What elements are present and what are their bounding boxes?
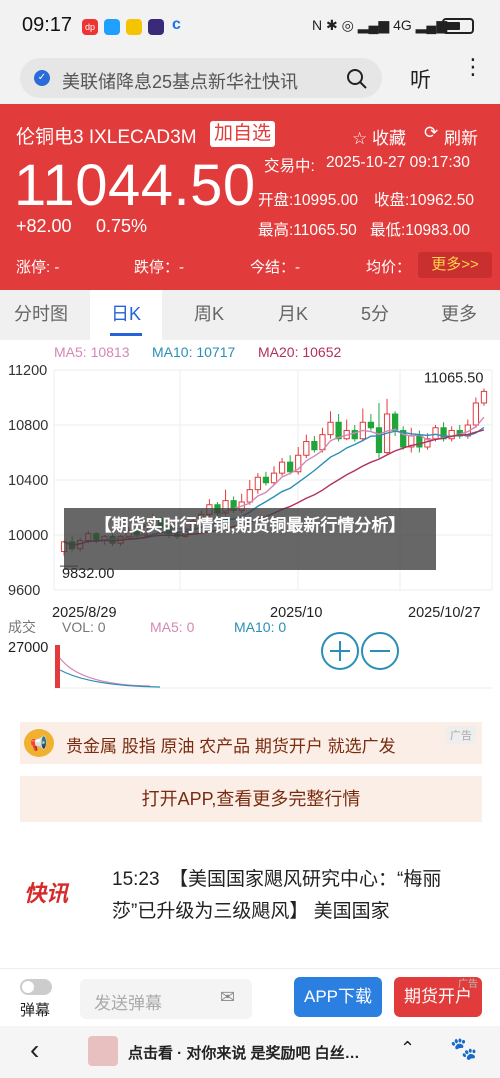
today-settle: 今结：- [250, 259, 300, 276]
candle [327, 421, 334, 436]
app-icon-dp: dp [82, 19, 98, 35]
y-tick-label: 10800 [8, 418, 48, 434]
candle [278, 461, 286, 474]
trade-time-label: 交易中: [264, 158, 315, 175]
candle [375, 427, 383, 453]
tab-daily-k[interactable]: 日K [90, 290, 162, 340]
max-price-label: 11065.50 [424, 370, 483, 386]
favorite-button[interactable]: ☆ 收藏 [352, 124, 406, 149]
x-tick-label: 2025/10/27 [408, 605, 481, 621]
back-icon[interactable]: ‹ [30, 1034, 39, 1066]
bottom-ad-tag: 广告 [458, 979, 478, 990]
candle [262, 476, 270, 484]
tab-intraday[interactable]: 分时图 [6, 290, 76, 340]
search-query: 美联储降息25基点新华社快讯 [62, 72, 299, 92]
open-app-button[interactable]: 打开APP,查看更多完整行情 [20, 776, 482, 822]
feed-thumbnail[interactable] [88, 1036, 118, 1066]
refresh-icon[interactable]: ⟳ [424, 123, 438, 143]
candle [432, 427, 439, 440]
candle [311, 441, 318, 451]
contract-name: 伦铜电3 IXLECAD3M [16, 127, 197, 148]
status-time: 09:17 [22, 14, 73, 36]
limit-up: 涨停: - [16, 259, 60, 276]
more-quote-button[interactable]: 更多>> [418, 252, 492, 278]
y-tick-label: 11200 [8, 363, 47, 379]
candle [254, 476, 261, 491]
feed-text[interactable]: 点击看 · 对你来说 是奖励吧 白丝… [128, 1042, 360, 1063]
ad-banner[interactable]: 📢 贵金属 股指 原油 农产品 期货开户 就选广发 广告 [20, 722, 482, 764]
search-input[interactable]: ✓ 美联储降息25基点新华社快讯 [20, 58, 382, 98]
danmu-label: 弹幕 [20, 1002, 51, 1019]
candle [448, 430, 455, 440]
volume-bar [55, 645, 60, 688]
volume-tick: 27000 [8, 640, 48, 656]
avg-price: 均价： [366, 259, 412, 276]
megaphone-icon: 📢 [24, 729, 54, 757]
candle [472, 402, 480, 426]
listen-button[interactable]: 听 [410, 64, 431, 94]
y-tick-label: 10400 [8, 473, 48, 489]
refresh-button[interactable]: 刷新 [444, 124, 478, 149]
ad-tag: 广告 [446, 726, 476, 744]
price-change: +82.00 [16, 216, 72, 236]
chart-tabs: 分时图 日K 周K 月K 5分 更多 [0, 290, 500, 340]
open-price: 开盘:10995.00 [258, 192, 358, 209]
trade-time: 2025-10-27 09:17:30 [326, 154, 470, 171]
volume-ma10-line [59, 669, 161, 688]
status-bar: 09:17 dp c N ✱ ◎ ▂▄▆ 4G ▂▄▆ [0, 0, 500, 52]
price-change-pct: 0.75% [96, 216, 148, 236]
search-bar-area: ✓ 美联储降息25基点新华社快讯 听 ⋮ [0, 52, 500, 104]
flash-news[interactable]: 快讯 15:23 【美国国家飓风研究中心：“梅丽莎”已升级为三级飓风】 美国国家 [0, 848, 500, 938]
app-icon-blue [104, 19, 120, 35]
tab-more[interactable]: 更多 [424, 290, 494, 340]
tab-monthly-k[interactable]: 月K [258, 290, 328, 340]
verified-icon: ✓ [34, 70, 50, 86]
volume-ma5-line [59, 657, 151, 687]
more-menu-icon[interactable]: ⋮ [462, 56, 484, 78]
volume-ma5: MA5: 0 [150, 619, 195, 635]
tab-weekly-k[interactable]: 周K [174, 290, 244, 340]
candle [303, 441, 310, 456]
candle [392, 413, 399, 431]
candle [246, 489, 253, 503]
high-price: 最高:11065.50 [258, 222, 357, 239]
candle [287, 461, 294, 473]
candle [367, 421, 375, 429]
y-tick-label: 9600 [8, 583, 40, 599]
quote-header: 伦铜电3 IXLECAD3M 加自选 ☆ 收藏 ⟳ 刷新 11044.50 +8… [0, 104, 500, 290]
volume-ma10: MA10: 0 [234, 619, 286, 635]
danmu-toggle[interactable] [20, 979, 52, 995]
volume-label: 成交 [8, 619, 36, 635]
app-download-button[interactable]: APP下载 [294, 977, 382, 1017]
open-app-label: 打开APP,查看更多完整行情 [141, 789, 361, 809]
app-icon-c: c [172, 16, 181, 33]
system-nav-bar: ‹ 点击看 · 对你来说 是奖励吧 白丝… ⌃ 🐾 [0, 1026, 500, 1078]
flash-news-text: 15:23 【美国国家飓风研究中心：“梅丽莎”已升级为三级飓风】 美国国家 [112, 869, 442, 922]
flash-news-logo: 快讯 [24, 881, 69, 906]
last-price: 11044.50 [14, 153, 256, 218]
article-title-overlay: 【期货实时行情铜,期货铜最新行情分析】 [64, 508, 436, 570]
volume-value: VOL: 0 [62, 619, 106, 635]
ad-banner-text: 贵金属 股指 原油 农产品 期货开户 就选广发 [66, 737, 396, 756]
paw-icon[interactable]: 🐾 [450, 1036, 477, 1062]
add-watchlist-button[interactable]: 加自选 [210, 121, 276, 147]
search-icon[interactable] [346, 68, 368, 90]
bottom-action-bar: 弹幕 发送弹幕 ✉ APP下载 期货开户 广告 [0, 968, 500, 1026]
candle [416, 435, 423, 448]
app-icon-purple [148, 19, 164, 35]
send-danmu-placeholder: 发送弹幕 [94, 994, 162, 1013]
y-tick-label: 10000 [8, 528, 48, 544]
chevron-up-icon[interactable]: ⌃ [400, 1038, 415, 1059]
signal-icons: N ✱ ◎ ▂▄▆ 4G ▂▄▆ [312, 17, 448, 33]
candle [270, 472, 278, 484]
tab-5min[interactable]: 5分 [340, 290, 410, 340]
candle [480, 390, 488, 404]
prev-close-price: 收盘:10962.50 [374, 192, 474, 209]
app-icon-yellow [126, 19, 142, 35]
limit-down: 跌停：- [134, 259, 184, 276]
low-price: 最低:10983.00 [370, 222, 470, 239]
message-icon[interactable]: ✉ [220, 987, 235, 1008]
battery-icon [442, 18, 474, 34]
